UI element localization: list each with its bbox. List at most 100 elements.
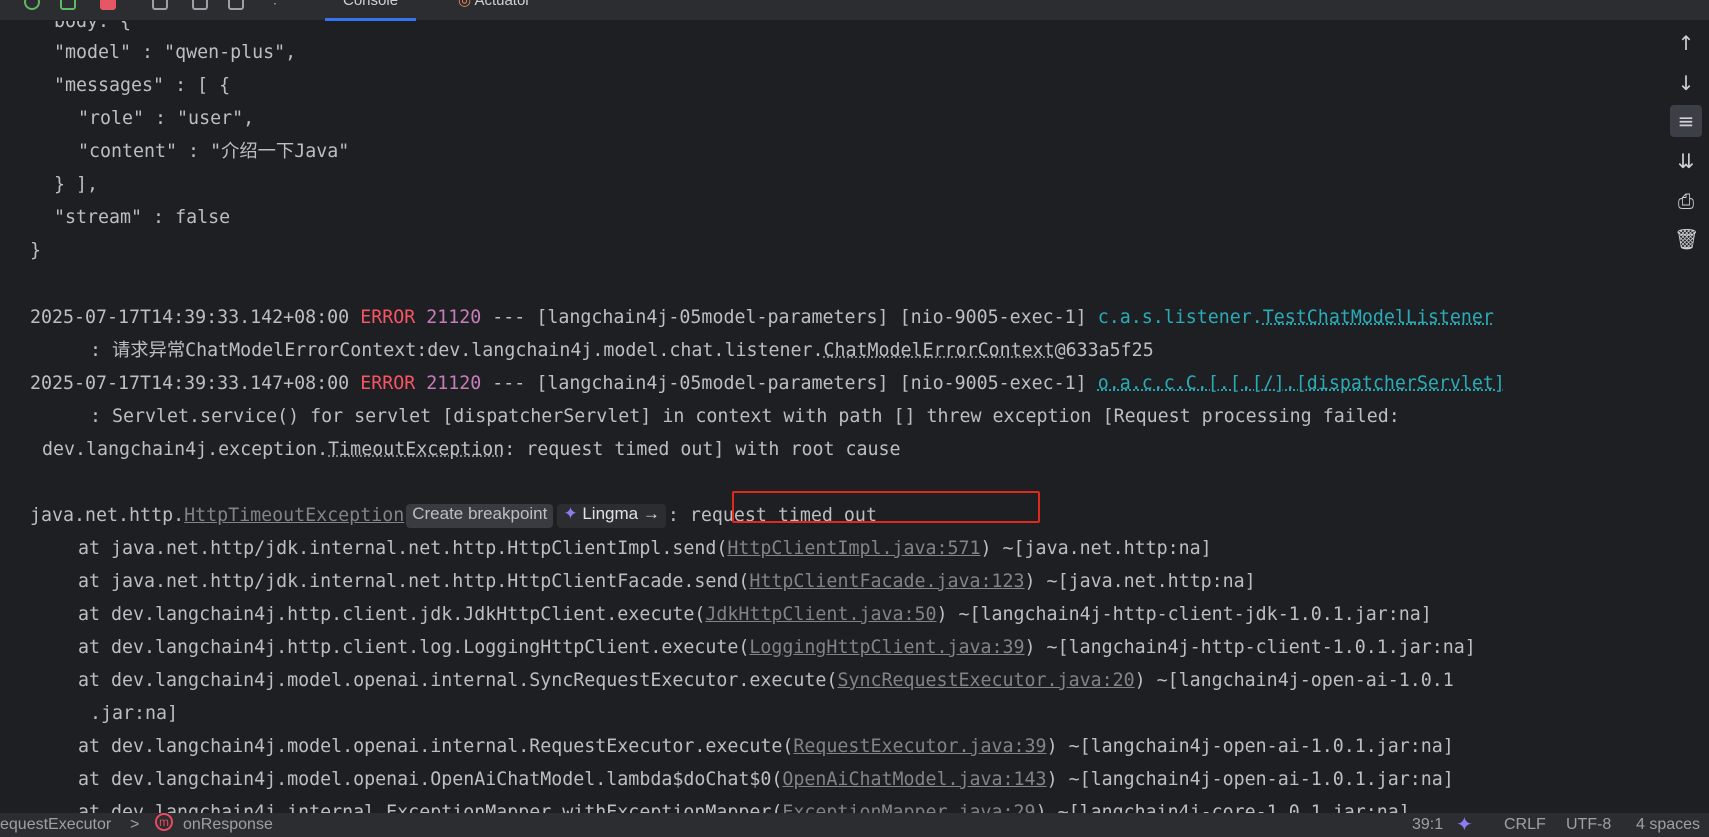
breadcrumb-method[interactable]: onResponse (183, 813, 273, 837)
stack-frame-suffix: ) ~[langchain4j-open-ai-1.0.1 (1134, 670, 1454, 691)
tool-window-header: ⋮ Console ◎ Actuator (0, 0, 1709, 21)
log-pid: 21120 (426, 307, 482, 328)
log-message-suffix: : request timed out] with root cause (504, 439, 901, 460)
tab-actuator[interactable]: ◎ Actuator (440, 0, 548, 21)
console-line: "messages" : [ { (54, 75, 231, 96)
log-entry-message: dev.langchain4j.exception.TimeoutExcepti… (42, 433, 901, 466)
lingma-status-icon[interactable]: ✦ (1456, 813, 1473, 837)
log-level: ERROR (360, 307, 416, 328)
log-message-class[interactable]: TimeoutException (328, 439, 504, 460)
console-line: "model" : "qwen-plus", (54, 42, 297, 63)
stack-frame: at java.net.http/jdk.internal.net.http.H… (78, 532, 1212, 565)
stack-frame: at dev.langchain4j.model.openai.internal… (78, 730, 1454, 763)
breadcrumb-separator: > (130, 816, 140, 833)
exception-package: java.net.http. (30, 505, 185, 526)
stack-frame: at dev.langchain4j.http.client.jdk.JdkHt… (78, 598, 1432, 631)
breadcrumb-class[interactable]: equestExecutor (0, 813, 111, 837)
stack-frame-method: at dev.langchain4j.model.openai.internal… (78, 670, 838, 691)
soft-wrap-icon[interactable]: ≡ (1670, 105, 1702, 137)
log-logger-prefix: c.a.s.listener. (1097, 307, 1263, 328)
stack-frame-link[interactable]: ExceptionMapper.java:29 (782, 802, 1035, 813)
log-logger-link[interactable]: TestChatModelListener (1263, 307, 1494, 328)
restore-layout-icon[interactable] (152, 0, 168, 10)
stack-frame-link[interactable]: OpenAiChatModel.java:143 (782, 769, 1046, 790)
log-pid: 21120 (426, 373, 482, 394)
lingma-icon: ✦ (563, 504, 578, 523)
stack-frame: at dev.langchain4j.model.openai.OpenAiCh… (78, 763, 1454, 796)
console-side-toolbar: ↑ ↓ ≡ ⇊ ⎙ 🗑 (1660, 21, 1709, 813)
log-entry-header: 2025-07-17T14:39:33.147+08:00 ERROR 2112… (30, 367, 1505, 400)
stack-frame-method: at dev.langchain4j.model.openai.internal… (78, 736, 794, 757)
stack-frame-link[interactable]: SyncRequestExecutor.java:20 (837, 670, 1134, 691)
status-bar: equestExecutor > m onResponse 39:1 ✦ CRL… (0, 813, 1709, 837)
stop-icon[interactable] (100, 0, 116, 10)
log-entry-message: : Servlet.service() for servlet [dispatc… (90, 406, 1400, 427)
log-level: ERROR (360, 373, 416, 394)
log-separator: --- (492, 373, 526, 394)
stack-frame: at dev.langchain4j.model.openai.internal… (78, 664, 1454, 697)
log-app: [langchain4j-05model-parameters] (536, 373, 889, 394)
stack-frame-link[interactable]: RequestExecutor.java:39 (793, 736, 1046, 757)
exception-class-link[interactable]: HttpTimeoutException (184, 505, 404, 526)
camera-icon[interactable] (192, 0, 208, 10)
stack-frame-suffix: ) ~[langchain4j-http-client-jdk-1.0.1.ja… (936, 604, 1432, 625)
stack-frame-suffix: ) ~[langchain4j-open-ai-1.0.1.jar:na] (1046, 736, 1454, 757)
lingma-label: Lingma → (582, 504, 660, 523)
log-message-suffix: @633a5f25 (1054, 340, 1154, 361)
file-encoding[interactable]: UTF-8 (1566, 813, 1611, 837)
stack-frame-method: at dev.langchain4j.internal.ExceptionMap… (78, 802, 783, 813)
line-ending[interactable]: CRLF (1504, 813, 1546, 837)
stack-frame-link[interactable]: LoggingHttpClient.java:39 (749, 637, 1024, 658)
console-line: "role" : "user", (78, 108, 255, 129)
lingma-hint[interactable]: ✦ Lingma → (557, 504, 666, 528)
console-line: } ], (54, 174, 99, 195)
stack-frame-link[interactable]: HttpClientImpl.java:571 (727, 538, 980, 559)
log-app: [langchain4j-05model-parameters] (536, 307, 889, 328)
console-line: "content" : "介绍一下Java" (78, 141, 350, 162)
stack-frame-method: at dev.langchain4j.model.openai.OpenAiCh… (78, 769, 783, 790)
rerun-icon[interactable] (24, 0, 40, 10)
log-entry-message: : 请求异常ChatModelErrorContext:dev.langchai… (90, 334, 1154, 367)
stack-frame: at java.net.http/jdk.internal.net.http.H… (78, 565, 1256, 598)
stack-frame-continuation: .jar:na] (90, 703, 179, 724)
log-timestamp: 2025-07-17T14:39:33.142+08:00 (30, 307, 350, 328)
stack-frame: at dev.langchain4j.internal.ExceptionMap… (78, 796, 1410, 813)
caret-position[interactable]: 39:1 (1412, 813, 1443, 837)
exception-message: : request timed out (667, 505, 877, 526)
exception-line: java.net.http.HttpTimeoutException Create… (30, 499, 877, 532)
console-line: "stream" : false (54, 207, 231, 228)
stack-frame-suffix: ) ~[langchain4j-http-client-1.0.1.jar:na… (1024, 637, 1476, 658)
log-message-class[interactable]: ChatModelErrorContext (824, 340, 1055, 361)
more-icon[interactable]: ⋮ (268, 0, 284, 10)
debug-icon[interactable] (60, 0, 76, 10)
log-thread: [nio-9005-exec-1] (899, 373, 1087, 394)
stack-frame-method: at java.net.http/jdk.internal.net.http.H… (78, 571, 750, 592)
arrow-down-icon[interactable]: ↓ (1674, 71, 1698, 95)
create-breakpoint-hint[interactable]: Create breakpoint (406, 504, 554, 528)
stack-frame-suffix: ) ~[java.net.http:na] (1024, 571, 1256, 592)
stack-frame-suffix: ) ~[langchain4j-core-1.0.1.jar:na] (1035, 802, 1410, 813)
stack-frame-suffix: ) ~[java.net.http:na] (980, 538, 1212, 559)
arrow-up-icon[interactable]: ↑ (1674, 31, 1698, 55)
console-output[interactable]: body: { "model" : "qwen-plus", "messages… (0, 21, 1660, 813)
stack-frame-method: at java.net.http/jdk.internal.net.http.H… (78, 538, 728, 559)
print-icon[interactable]: ⎙ (1674, 189, 1698, 213)
actuator-icon: ◎ (458, 0, 472, 9)
log-timestamp: 2025-07-17T14:39:33.147+08:00 (30, 373, 350, 394)
indent-setting[interactable]: 4 spaces (1636, 813, 1700, 837)
log-logger-link[interactable]: o.a.c.c.C.[.[.[/].[dispatcherServlet] (1098, 373, 1505, 394)
stack-frame-link[interactable]: JdkHttpClient.java:50 (705, 604, 936, 625)
trash-icon[interactable]: 🗑 (1674, 227, 1699, 251)
stack-frame-suffix: ) ~[langchain4j-open-ai-1.0.1.jar:na] (1046, 769, 1454, 790)
stack-frame-link[interactable]: HttpClientFacade.java:123 (749, 571, 1024, 592)
log-separator: --- (492, 307, 526, 328)
log-thread: [nio-9005-exec-1] (899, 307, 1087, 328)
console-line: } (30, 240, 42, 261)
stack-frame-method: at dev.langchain4j.http.client.jdk.JdkHt… (78, 604, 706, 625)
log-message-prefix: : 请求异常ChatModelErrorContext:dev.langchai… (90, 340, 824, 361)
scroll-to-end-icon[interactable]: ⇊ (1674, 149, 1698, 173)
tab-console[interactable]: Console (325, 0, 417, 21)
log-message-prefix: dev.langchain4j.exception. (42, 439, 329, 460)
export-icon[interactable] (228, 0, 244, 10)
stack-frame: at dev.langchain4j.http.client.log.Loggi… (78, 631, 1476, 664)
